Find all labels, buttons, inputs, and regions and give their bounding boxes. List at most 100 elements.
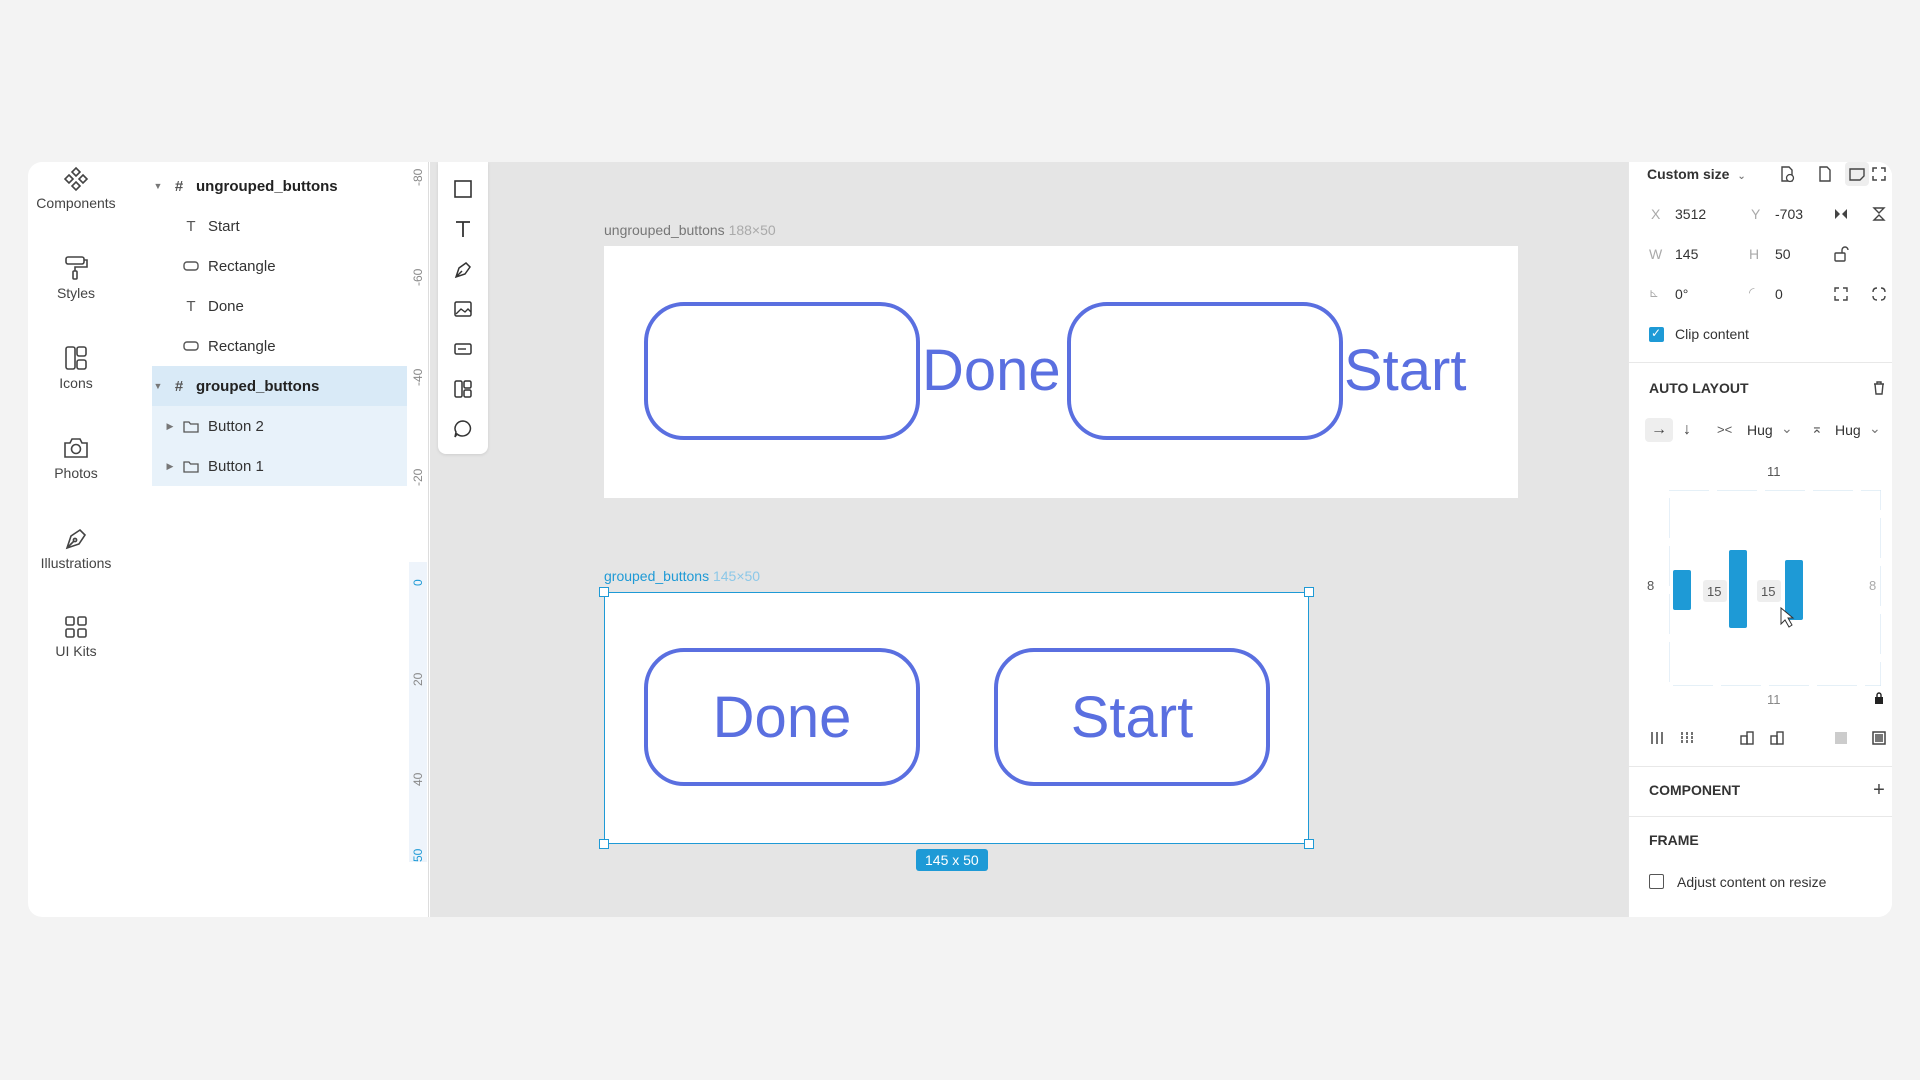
component-tool-icon[interactable] bbox=[450, 376, 476, 402]
flip-horizontal-icon[interactable] bbox=[1829, 202, 1853, 226]
trash-icon[interactable] bbox=[1867, 376, 1891, 400]
w-field[interactable]: 145 bbox=[1675, 246, 1698, 262]
resize-handle[interactable] bbox=[599, 587, 609, 597]
left-rail: Components Styles Icons Photos Illustrat… bbox=[28, 162, 124, 917]
pen-nib-icon bbox=[65, 528, 87, 550]
radius-field[interactable]: 0 bbox=[1775, 286, 1783, 302]
divider bbox=[1629, 816, 1892, 817]
rail-label: Illustrations bbox=[40, 555, 112, 571]
stroke-excluded-icon[interactable] bbox=[1765, 726, 1789, 750]
add-component-icon[interactable]: + bbox=[1867, 778, 1891, 802]
camera-icon bbox=[64, 438, 88, 458]
rail-ui-kits[interactable]: UI Kits bbox=[28, 614, 124, 661]
layer-rectangle-1[interactable]: Rectangle bbox=[180, 246, 428, 286]
rectangle-shape[interactable] bbox=[644, 302, 920, 440]
ruler-tick: 20 bbox=[411, 672, 425, 686]
page-landscape-icon[interactable] bbox=[1845, 162, 1869, 186]
rotation-icon: ⊾ bbox=[1649, 286, 1660, 300]
layer-grouped-buttons[interactable]: ▼ # grouped_buttons bbox=[152, 366, 428, 406]
x-field[interactable]: 3512 bbox=[1675, 206, 1706, 222]
clip-content-label: Clip content bbox=[1675, 326, 1749, 342]
comment-tool-icon[interactable] bbox=[450, 416, 476, 442]
chevron-right-icon[interactable]: ▶ bbox=[164, 461, 176, 472]
rotation-field[interactable]: 0° bbox=[1675, 286, 1688, 302]
h-field[interactable]: 50 bbox=[1775, 246, 1791, 262]
layer-start-text[interactable]: T Start bbox=[180, 206, 428, 246]
rectangle-tool-icon[interactable] bbox=[450, 176, 476, 202]
chevron-right-icon[interactable]: ▶ bbox=[164, 421, 176, 432]
expand-icon[interactable] bbox=[1867, 162, 1891, 186]
rail-icons[interactable]: Icons bbox=[28, 344, 124, 393]
ruler-tick: -60 bbox=[411, 268, 425, 286]
x-label: X bbox=[1651, 206, 1661, 222]
frame-label-ungrouped[interactable]: ungrouped_buttons 188×50 bbox=[604, 222, 776, 238]
frame-heading: FRAME bbox=[1649, 832, 1699, 848]
auto-layout-diagram[interactable]: 15 15 bbox=[1668, 489, 1882, 687]
input-tool-icon[interactable] bbox=[450, 336, 476, 362]
resize-handle[interactable] bbox=[599, 839, 609, 849]
frame-fill-icon[interactable] bbox=[1867, 726, 1891, 750]
stroke-included-icon[interactable] bbox=[1735, 726, 1759, 750]
rail-styles[interactable]: Styles bbox=[28, 254, 124, 303]
h-label: H bbox=[1749, 246, 1760, 262]
rectangle-icon bbox=[180, 341, 202, 351]
done-text[interactable]: Done bbox=[922, 342, 1061, 400]
start-text[interactable]: Start bbox=[1344, 342, 1467, 400]
frame-ungrouped-buttons[interactable]: Done Start bbox=[604, 246, 1518, 498]
rail-photos[interactable]: Photos bbox=[28, 434, 124, 483]
rectangle-shape[interactable] bbox=[1067, 302, 1343, 440]
padding-top-field[interactable]: 11 bbox=[1767, 464, 1781, 479]
rail-label: Components bbox=[36, 195, 116, 211]
flip-vertical-icon[interactable] bbox=[1867, 202, 1891, 226]
icons-icon bbox=[65, 346, 87, 370]
layer-button-2[interactable]: ▶ Button 2 bbox=[152, 406, 428, 446]
gap-field[interactable]: 15 bbox=[1761, 584, 1775, 599]
y-field[interactable]: -703 bbox=[1775, 206, 1803, 222]
unlock-icon[interactable] bbox=[1829, 242, 1853, 266]
rail-label: Photos bbox=[54, 465, 98, 481]
properties-panel: Custom size ⌄ X 3512 Y -703 W 145 H 50 ⊾… bbox=[1628, 162, 1892, 917]
chevron-down-icon[interactable]: ▼ bbox=[152, 381, 164, 391]
gap-field[interactable]: 15 bbox=[1707, 584, 1721, 599]
rail-components[interactable]: Components bbox=[28, 166, 124, 213]
canvas-stacking-icon[interactable] bbox=[1829, 726, 1853, 750]
image-tool-icon[interactable] bbox=[450, 296, 476, 322]
direction-vertical-icon[interactable]: ↓ bbox=[1675, 418, 1699, 442]
text-tool-icon[interactable] bbox=[450, 216, 476, 242]
adjust-content-checkbox[interactable] bbox=[1649, 874, 1664, 889]
layer-label: ungrouped_buttons bbox=[196, 177, 338, 195]
selection-size-badge: 145 x 50 bbox=[916, 849, 988, 871]
clip-content-checkbox[interactable] bbox=[1649, 326, 1664, 342]
layer-ungrouped-buttons[interactable]: ▼ # ungrouped_buttons bbox=[152, 166, 428, 206]
folder-icon bbox=[180, 420, 202, 433]
chevron-down-icon[interactable]: ▼ bbox=[152, 181, 164, 191]
resize-handle[interactable] bbox=[1304, 839, 1314, 849]
corner-smoothing-icon[interactable] bbox=[1867, 282, 1891, 306]
y-label: Y bbox=[1751, 206, 1761, 222]
independent-corners-icon[interactable] bbox=[1829, 282, 1853, 306]
ruler-tick: 0 bbox=[411, 579, 425, 586]
padding-bottom-field[interactable]: 11 bbox=[1767, 692, 1781, 707]
distribute-spacing-icon[interactable] bbox=[1645, 726, 1669, 750]
direction-horizontal-icon[interactable]: → bbox=[1645, 418, 1673, 442]
padding-left-field[interactable]: 8 bbox=[1647, 578, 1654, 593]
canvas[interactable]: ungrouped_buttons 188×50 Done Start grou… bbox=[430, 162, 1628, 917]
add-page-icon[interactable] bbox=[1775, 162, 1799, 186]
layer-button-1[interactable]: ▶ Button 1 bbox=[152, 446, 428, 486]
adjust-content-label: Adjust content on resize bbox=[1677, 874, 1827, 890]
hug-height-select[interactable]: Hug bbox=[1835, 422, 1861, 438]
size-preset-dropdown[interactable]: Custom size ⌄ bbox=[1647, 166, 1746, 182]
layer-done-text[interactable]: T Done bbox=[180, 286, 428, 326]
rail-illustrations[interactable]: Illustrations bbox=[28, 524, 124, 573]
layer-label: Rectangle bbox=[208, 257, 276, 275]
page-icon[interactable] bbox=[1813, 162, 1837, 186]
packed-spacing-icon[interactable] bbox=[1675, 726, 1699, 750]
lock-icon[interactable] bbox=[1867, 686, 1891, 710]
layer-rectangle-2[interactable]: Rectangle bbox=[180, 326, 428, 366]
hug-width-select[interactable]: Hug bbox=[1747, 422, 1773, 438]
frame-label-grouped[interactable]: grouped_buttons 145×50 bbox=[604, 568, 760, 584]
resize-handle[interactable] bbox=[1304, 587, 1314, 597]
frame-size: 145×50 bbox=[712, 568, 761, 584]
pen-tool-icon[interactable] bbox=[450, 256, 476, 282]
rectangle-icon bbox=[180, 261, 202, 271]
